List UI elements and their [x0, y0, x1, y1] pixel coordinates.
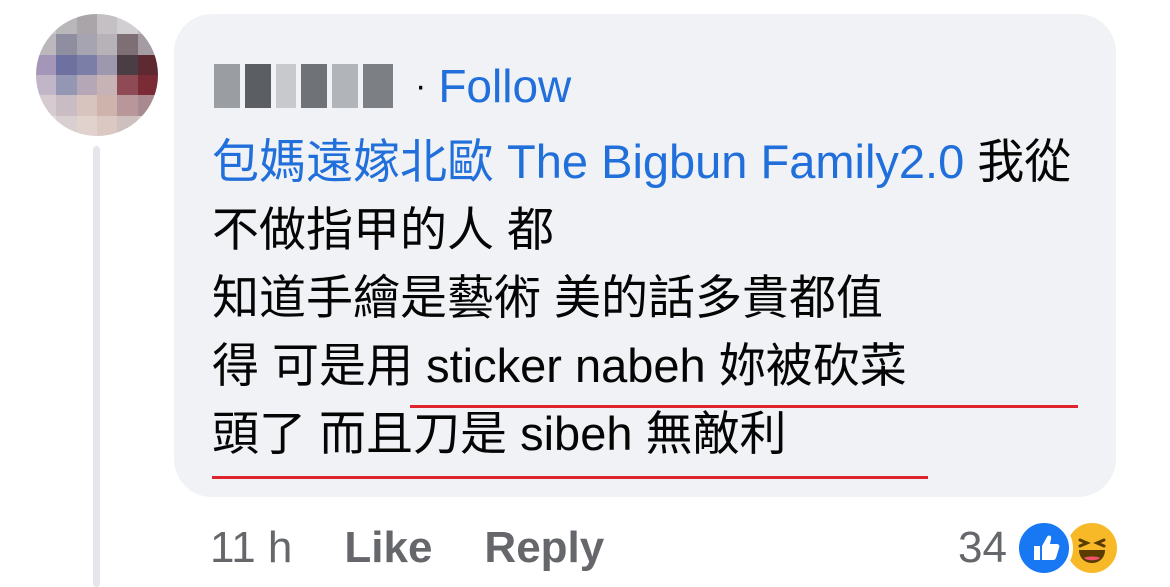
comment-text-line3b: 用 sticker nabeh 妳被砍菜 — [366, 339, 907, 392]
comment-text: 包媽遠嫁北歐 The Bigbun Family2.0 我從不做指甲的人 都知道… — [212, 128, 1102, 468]
comment-text-line4: 頭了 而且刀是 sibeh 無敵利 — [212, 407, 787, 460]
mention-link[interactable]: 包媽遠嫁北歐 The Bigbun Family2.0 — [212, 135, 964, 188]
follow-button[interactable]: Follow — [438, 59, 571, 113]
avatar[interactable] — [36, 14, 158, 136]
comment-actions: 11 h Like Reply — [210, 518, 604, 578]
reactions-summary[interactable]: 34 — [958, 516, 1121, 580]
timestamp[interactable]: 11 h — [210, 523, 292, 573]
thread-line — [93, 146, 100, 587]
red-underline-2 — [212, 476, 928, 479]
like-icon — [1014, 519, 1073, 577]
comment-header: · Follow — [214, 58, 571, 114]
comment-text-line2: 知道手繪是藝術 美的話多貴都值 — [212, 271, 884, 324]
reaction-count: 34 — [958, 523, 1007, 572]
comment-text-line3a: 得 可是 — [212, 339, 367, 392]
blurred-author-name[interactable] — [214, 64, 393, 108]
separator-dot: · — [415, 66, 427, 105]
red-underline-1 — [410, 405, 1078, 408]
like-button[interactable]: Like — [344, 523, 432, 573]
reply-button[interactable]: Reply — [484, 523, 604, 573]
